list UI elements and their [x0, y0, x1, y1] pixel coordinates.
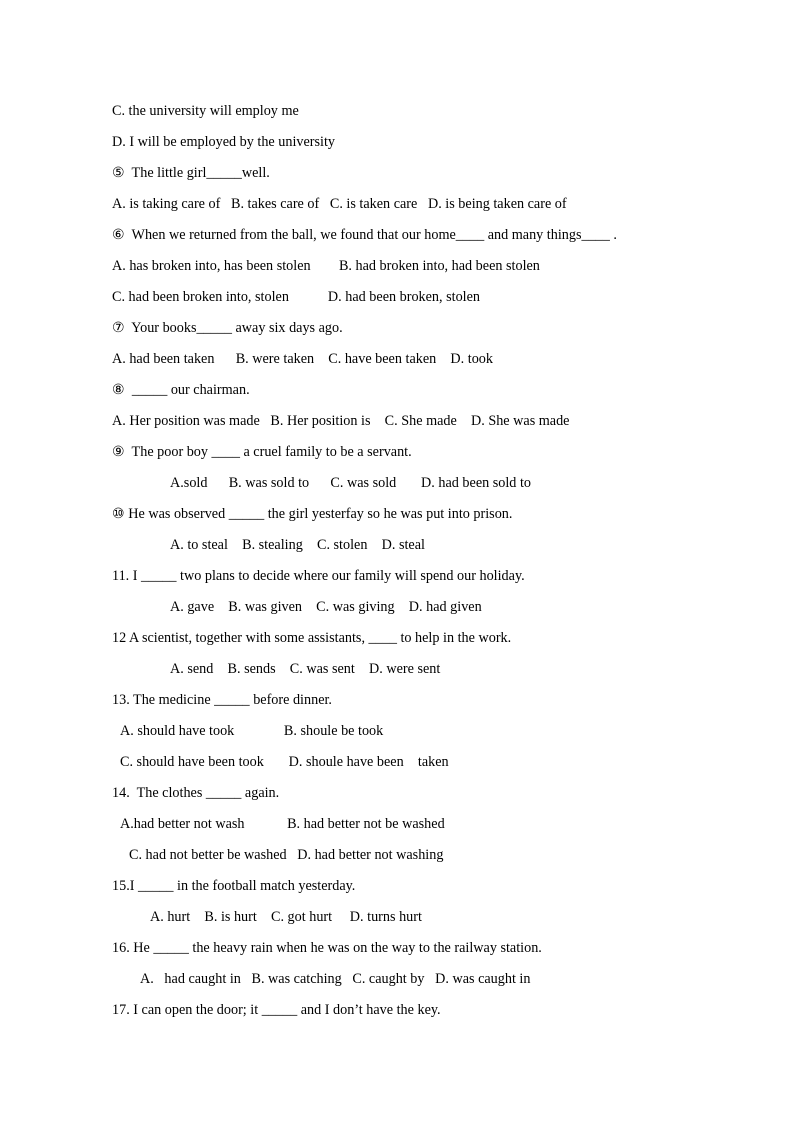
document-page: C. the university will employ me D. I wil…	[0, 0, 794, 1123]
document-body: C. the university will employ me D. I wil…	[112, 96, 712, 1026]
option-line: A. should have took B. shoule be took	[120, 723, 384, 739]
option-line: C. the university will employ me	[112, 103, 299, 119]
option-line: A. send B. sends C. was sent D. were sen…	[170, 661, 441, 677]
question-line: 14. The clothes _____ again.	[112, 785, 280, 801]
option-line: A. is taking care of B. takes care of C.…	[112, 196, 567, 212]
option-line: A. gave B. was given C. was giving D. ha…	[170, 599, 482, 615]
option-line: C. had not better be washed D. had bette…	[129, 847, 444, 863]
question-line: 11. I _____ two plans to decide where ou…	[112, 568, 525, 584]
question-line: 17. I can open the door; it _____ and I …	[112, 1002, 441, 1018]
question-line: ⑩ He was observed _____ the girl yesterf…	[112, 506, 513, 522]
question-line: ⑦ Your books_____ away six days ago.	[112, 320, 343, 336]
option-line: C. had been broken into, stolen D. had b…	[112, 289, 481, 305]
question-line: ⑧ _____ our chairman.	[112, 382, 250, 398]
option-line: A. had caught in B. was catching C. caug…	[140, 971, 531, 987]
question-line: 16. He _____ the heavy rain when he was …	[112, 940, 542, 956]
question-line: ⑥ When we returned from the ball, we fou…	[112, 227, 617, 243]
option-line: A. had been taken B. were taken C. have …	[112, 351, 493, 367]
question-line: 13. The medicine _____ before dinner.	[112, 692, 332, 708]
option-line: C. should have been took D. shoule have …	[120, 754, 449, 770]
option-line: D. I will be employed by the university	[112, 134, 336, 150]
option-line: A. to steal B. stealing C. stolen D. ste…	[170, 537, 425, 553]
question-line: 15.I _____ in the football match yesterd…	[112, 878, 356, 894]
option-line: A. has broken into, has been stolen B. h…	[112, 258, 540, 274]
option-line: A. Her position was made B. Her position…	[112, 413, 570, 429]
option-line: A.sold B. was sold to C. was sold D. had…	[170, 475, 531, 491]
option-line: A. hurt B. is hurt C. got hurt D. turns …	[150, 909, 422, 925]
question-line: ⑨ The poor boy ____ a cruel family to be…	[112, 444, 412, 460]
question-line: ⑤ The little girl_____well.	[112, 165, 270, 181]
option-line: A.had better not wash B. had better not …	[120, 816, 445, 832]
question-line: 12 A scientist, together with some assis…	[112, 630, 512, 646]
